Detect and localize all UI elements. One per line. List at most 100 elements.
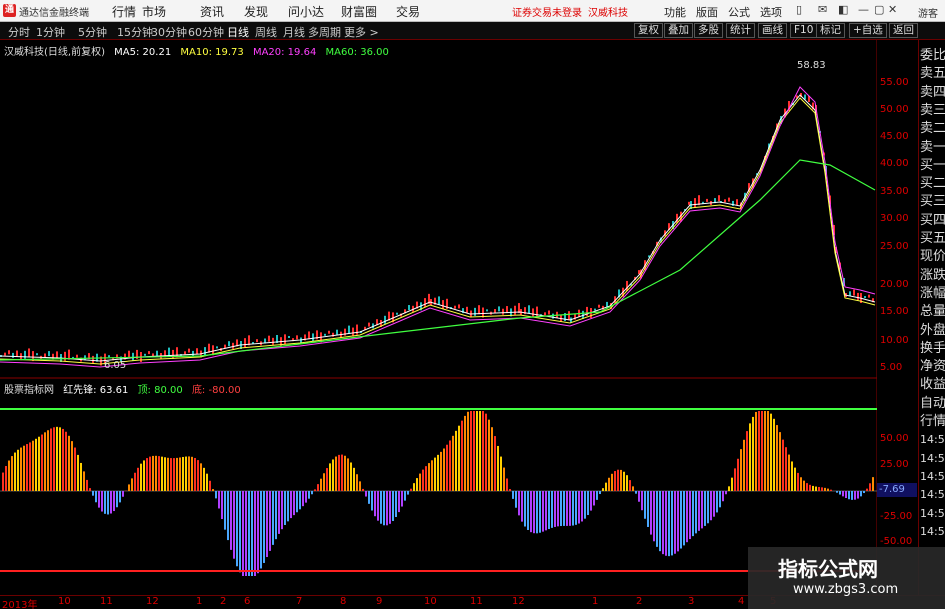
indicator-name[interactable]: 股票指标网 <box>4 385 54 396</box>
candle <box>168 347 170 356</box>
indicator-bar-down <box>308 491 310 499</box>
user-label[interactable]: 游客 <box>918 5 938 20</box>
candle <box>502 308 504 315</box>
period-30min[interactable]: 30分钟 <box>151 24 187 40</box>
side-label: 买四 <box>920 212 945 228</box>
candle <box>184 351 186 355</box>
indicator-bar-up <box>491 427 493 491</box>
indicator-bar-down <box>257 491 259 574</box>
draw-line-button[interactable]: 画线 <box>758 23 787 38</box>
menu-item-function[interactable]: 功能 <box>664 4 686 20</box>
current-stock-title: 汉威科技 <box>588 8 628 19</box>
indicator-bar-down <box>269 491 271 551</box>
close-icon[interactable]: ✕ <box>888 3 897 16</box>
period-multi[interactable]: 多周期 <box>308 24 341 40</box>
indicator-bar-up <box>503 467 505 491</box>
indicator-bar-down <box>374 491 376 517</box>
side-label: 卖二 <box>920 121 945 137</box>
kline-chart-area[interactable] <box>0 40 877 595</box>
indicator-tick: 50.00 <box>880 433 909 444</box>
candle <box>594 308 596 311</box>
indicator-bar-down <box>554 491 556 527</box>
candle <box>8 350 10 355</box>
maximize-icon[interactable]: ▢ <box>874 3 884 16</box>
menu-item-news[interactable]: 资讯 <box>200 3 224 20</box>
indicator-bar-down <box>839 491 841 495</box>
top-value: 顶: 80.00 <box>137 385 183 396</box>
period-60min[interactable]: 60分钟 <box>188 24 224 40</box>
f10-button[interactable]: F10 <box>790 23 818 38</box>
candle <box>688 201 690 205</box>
menu-item-quotes[interactable]: 行情 <box>112 3 136 20</box>
indicator-bar-up <box>20 447 22 491</box>
period-more[interactable]: 更多 > <box>344 24 379 40</box>
mark-button[interactable]: 标记 <box>816 23 845 38</box>
login-warning[interactable]: 证券交易未登录 <box>512 4 582 19</box>
menu-item-market[interactable]: 市场 <box>142 3 166 20</box>
indicator-bar-up <box>176 457 178 491</box>
indicator-bar-down <box>407 491 409 495</box>
candle <box>288 336 290 338</box>
side-label: 卖四 <box>920 84 945 100</box>
indicator-bar-up <box>83 471 85 491</box>
menu-item-wealth[interactable]: 财富圈 <box>341 3 377 20</box>
indicator-bar-up <box>143 460 145 491</box>
indicator-current-value: -7.69 <box>877 483 917 497</box>
indicator-bar-down <box>518 491 520 516</box>
indicator-bar-down <box>707 491 709 524</box>
indicator-bar-up <box>50 428 52 491</box>
phone-icon[interactable]: ▯ <box>796 3 802 16</box>
menu-item-trade[interactable]: 交易 <box>396 3 420 20</box>
back-button[interactable]: 返回 <box>889 23 918 38</box>
chart-canvas[interactable] <box>0 40 877 595</box>
indicator-bar-down <box>251 491 253 576</box>
candle <box>486 309 488 312</box>
period-monthly[interactable]: 月线 <box>283 24 305 40</box>
period-weekly[interactable]: 周线 <box>255 24 277 40</box>
indicator-bar-down <box>719 491 721 508</box>
indicator-bar-up <box>734 468 736 491</box>
stats-button[interactable]: 统计 <box>726 23 755 38</box>
title-bar: 通 通达信金融终端 行情 市场 资讯 发现 问小达 财富圈 交易 证券交易未登录… <box>0 0 945 22</box>
candle <box>454 305 456 309</box>
indicator-bar-down <box>278 491 280 534</box>
candle <box>498 306 500 312</box>
adjust-button[interactable]: 复权 <box>634 23 663 38</box>
ma20-line <box>0 86 876 368</box>
side-label: 14:50 <box>920 488 945 502</box>
indicator-bar-down <box>680 491 682 549</box>
menu-item-formula[interactable]: 公式 <box>728 4 750 20</box>
indicator-bar-up <box>35 438 37 491</box>
period-daily[interactable]: 日线 <box>227 24 249 40</box>
skin-icon[interactable]: ◧ <box>838 3 848 16</box>
date-label: 2013年 <box>2 600 38 609</box>
period-timeshare[interactable]: 分时 <box>8 24 30 40</box>
period-1min[interactable]: 1分钟 <box>36 24 65 40</box>
date-label: 10 <box>424 596 437 607</box>
indicator-bar-down <box>695 491 697 534</box>
indicator-bar-up <box>170 458 172 491</box>
minimize-icon[interactable]: — <box>858 3 869 16</box>
indicator-bar-down <box>380 491 382 524</box>
indicator-bar-up <box>65 431 67 491</box>
indicator-bar-up <box>773 418 775 491</box>
date-label: 10 <box>58 596 71 607</box>
period-5min[interactable]: 5分钟 <box>78 24 107 40</box>
menu-item-discover[interactable]: 发现 <box>244 3 268 20</box>
menu-item-layout[interactable]: 版面 <box>696 4 718 20</box>
period-15min[interactable]: 15分钟 <box>117 24 153 40</box>
mail-icon[interactable]: ✉ <box>818 3 827 16</box>
indicator-bar-down <box>524 491 526 527</box>
indicator-bar-down <box>857 491 859 499</box>
menu-item-ask[interactable]: 问小达 <box>288 3 324 20</box>
candle <box>4 352 6 356</box>
indicator-bar-down <box>563 491 565 526</box>
candle <box>408 305 410 311</box>
side-label: 买一 <box>920 157 945 173</box>
menu-item-options[interactable]: 选项 <box>760 4 782 20</box>
indicator-bar-up <box>806 483 808 491</box>
overlay-button[interactable]: 叠加 <box>664 23 693 38</box>
app-title: 通达信金融终端 <box>19 8 89 19</box>
add-favorite-button[interactable]: +自选 <box>849 23 887 38</box>
multi-stock-button[interactable]: 多股 <box>694 23 723 38</box>
